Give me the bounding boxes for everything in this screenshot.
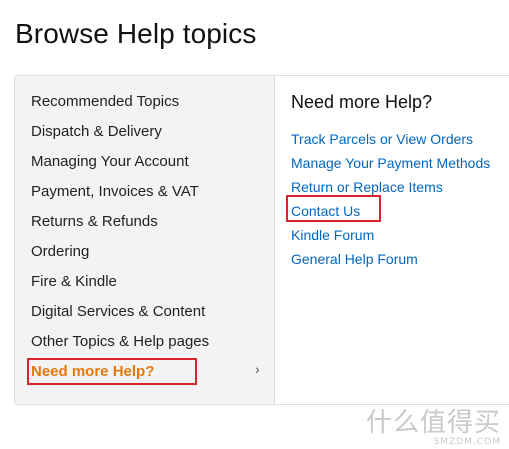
link-general-help-forum[interactable]: General Help Forum: [291, 251, 418, 267]
sidebar-item-need-more-help[interactable]: Need more Help?: [31, 363, 154, 380]
page-title: Browse Help topics: [15, 18, 257, 49]
sidebar-item-other-topics[interactable]: Other Topics & Help pages: [31, 333, 209, 350]
sidebar-item-recommended-topics[interactable]: Recommended Topics: [31, 93, 179, 110]
sidebar-item-payment-invoices-vat[interactable]: Payment, Invoices & VAT: [31, 183, 199, 200]
sidebar-item-ordering[interactable]: Ordering: [31, 243, 89, 260]
sidebar-item-digital-services[interactable]: Digital Services & Content: [31, 303, 205, 320]
need-more-help-panel: Need more Help? Track Parcels or View Or…: [275, 76, 509, 404]
topics-sidebar: Recommended Topics Dispatch & Delivery M…: [15, 76, 275, 404]
right-panel-heading: Need more Help?: [291, 92, 433, 112]
sidebar-item-dispatch-delivery[interactable]: Dispatch & Delivery: [31, 123, 162, 140]
chevron-right-icon: ›: [255, 361, 260, 377]
link-return-replace-items[interactable]: Return or Replace Items: [291, 179, 443, 195]
watermark-text: 什么值得买: [365, 408, 501, 438]
help-topics-panel: Recommended Topics Dispatch & Delivery M…: [14, 75, 509, 405]
sidebar-item-managing-account[interactable]: Managing Your Account: [31, 153, 189, 170]
watermark: 什么值得买 SMZDM.COM: [366, 410, 501, 447]
link-manage-payment-methods[interactable]: Manage Your Payment Methods: [291, 155, 490, 171]
sidebar-item-fire-kindle[interactable]: Fire & Kindle: [31, 273, 117, 290]
link-contact-us[interactable]: Contact Us: [291, 203, 360, 219]
sidebar-item-returns-refunds[interactable]: Returns & Refunds: [31, 213, 158, 230]
link-track-parcels[interactable]: Track Parcels or View Orders: [291, 131, 473, 147]
watermark-url: SMZDM.COM: [433, 437, 501, 447]
link-kindle-forum[interactable]: Kindle Forum: [291, 227, 374, 243]
